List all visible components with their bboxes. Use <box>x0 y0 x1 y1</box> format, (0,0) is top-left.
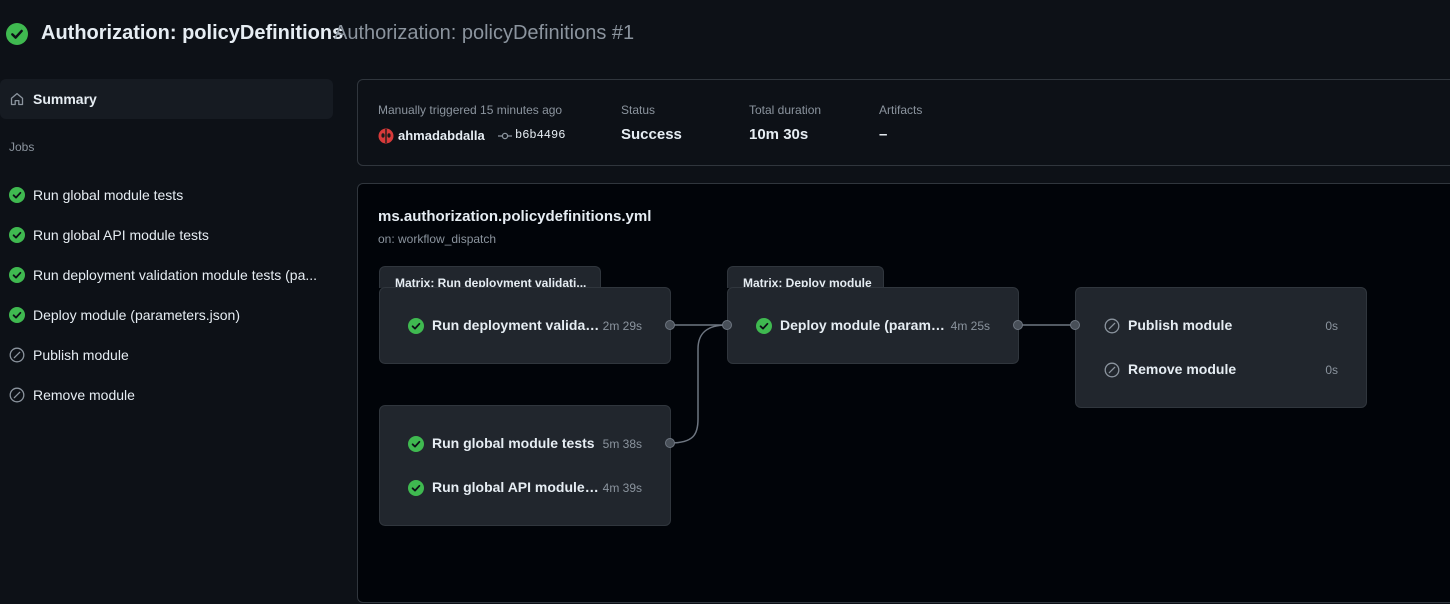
workflow-graph: ms.authorization.policydefinitions.yml o… <box>357 183 1450 603</box>
graph-job-run-global-api-module-tests[interactable]: Run global API module t... 4m 39s <box>408 477 642 499</box>
connector-port <box>1013 320 1023 330</box>
success-check-icon <box>756 318 772 334</box>
sidebar-job-label: Run global module tests <box>33 187 184 203</box>
sidebar-job-label: Run deployment validation module tests (… <box>33 267 318 283</box>
graph-job-run-deployment-validation[interactable]: Run deployment validati... 2m 29s <box>408 315 642 337</box>
status-label: Status <box>621 103 656 117</box>
sidebar-job-run-global-module-tests[interactable]: Run global module tests <box>0 177 333 213</box>
success-check-icon <box>6 23 28 45</box>
success-check-icon <box>408 436 424 452</box>
graph-job-duration: 0s <box>1325 319 1338 333</box>
sidebar-job-label: Deploy module (parameters.json) <box>33 307 240 323</box>
success-check-icon <box>408 318 424 334</box>
success-check-icon <box>9 227 25 243</box>
final-jobs-node: Publish module 0s Remove module 0s <box>1075 287 1367 408</box>
graph-job-duration: 2m 29s <box>602 319 642 333</box>
success-check-icon <box>408 480 424 496</box>
graph-job-name: Remove module <box>1128 361 1237 377</box>
sidebar-job-deploy-module[interactable]: Deploy module (parameters.json) <box>0 297 333 333</box>
artifacts-value: – <box>879 126 888 143</box>
success-check-icon <box>9 267 25 283</box>
connector-port <box>1070 320 1080 330</box>
duration-label: Total duration <box>749 103 822 117</box>
connector-port <box>665 320 675 330</box>
user-avatar[interactable] <box>378 128 394 144</box>
sidebar-job-label: Run global API module tests <box>33 227 209 243</box>
graph-job-name: Deploy module (parame... <box>780 317 948 333</box>
skipped-icon <box>9 387 25 403</box>
graph-job-name: Run global module tests <box>432 435 595 451</box>
workflow-name[interactable]: Authorization: policyDefinitions <box>41 22 343 45</box>
sidebar-job-label: Publish module <box>33 347 129 363</box>
sidebar-item-summary[interactable]: Summary <box>0 79 333 119</box>
sidebar-job-remove-module[interactable]: Remove module <box>0 377 333 413</box>
graph-job-duration: 0s <box>1325 363 1338 377</box>
graph-job-deploy-module[interactable]: Deploy module (parame... 4m 25s <box>756 315 990 337</box>
matrix-validation-node: Run deployment validati... 2m 29s <box>379 287 671 364</box>
skipped-icon <box>9 347 25 363</box>
actor-link[interactable]: ahmadabdalla <box>398 128 485 143</box>
sidebar-job-run-global-api-module-tests[interactable]: Run global API module tests <box>0 217 333 253</box>
graph-job-duration: 4m 39s <box>602 481 642 495</box>
home-icon <box>10 92 24 106</box>
connector-port <box>722 320 732 330</box>
success-check-icon <box>9 187 25 203</box>
graph-job-duration: 4m 25s <box>950 319 990 333</box>
sidebar-job-run-deployment-validation[interactable]: Run deployment validation module tests (… <box>0 257 333 293</box>
graph-job-remove-module[interactable]: Remove module 0s <box>1104 359 1338 381</box>
run-header: Authorization: policyDefinitions Authori… <box>0 0 1450 70</box>
graph-job-publish-module[interactable]: Publish module 0s <box>1104 315 1338 337</box>
git-commit-icon <box>498 132 512 140</box>
artifacts-label: Artifacts <box>879 103 923 117</box>
sidebar-job-label: Remove module <box>33 387 135 403</box>
jobs-heading: Jobs <box>9 140 35 154</box>
matrix-deploy-node: Deploy module (parame... 4m 25s <box>727 287 1019 364</box>
summary-label: Summary <box>33 91 97 107</box>
success-check-icon <box>9 307 25 323</box>
run-summary-card: Manually triggered 15 minutes ago ahmada… <box>357 79 1450 166</box>
matrix-validation-title: Matrix: Run deployment validati... <box>379 266 601 288</box>
trigger-label: Manually triggered 15 minutes ago <box>378 103 563 117</box>
duration-value: 10m 30s <box>749 126 809 143</box>
skipped-icon <box>1104 362 1120 378</box>
graph-job-name: Publish module <box>1128 317 1233 333</box>
status-value: Success <box>621 126 682 143</box>
run-title: Authorization: policyDefinitions #1 <box>334 22 635 44</box>
graph-job-duration: 5m 38s <box>602 437 642 451</box>
skipped-icon <box>1104 318 1120 334</box>
graph-job-name: Run global API module t... <box>432 479 600 495</box>
graph-job-run-global-module-tests[interactable]: Run global module tests 5m 38s <box>408 433 642 455</box>
global-tests-node: Run global module tests 5m 38s Run globa… <box>379 405 671 526</box>
graph-job-name: Run deployment validati... <box>432 317 600 333</box>
sidebar-job-publish-module[interactable]: Publish module <box>0 337 333 373</box>
commit-link[interactable]: b6b4496 <box>515 128 565 142</box>
connector-port <box>665 438 675 448</box>
matrix-deploy-title: Matrix: Deploy module <box>727 266 884 288</box>
